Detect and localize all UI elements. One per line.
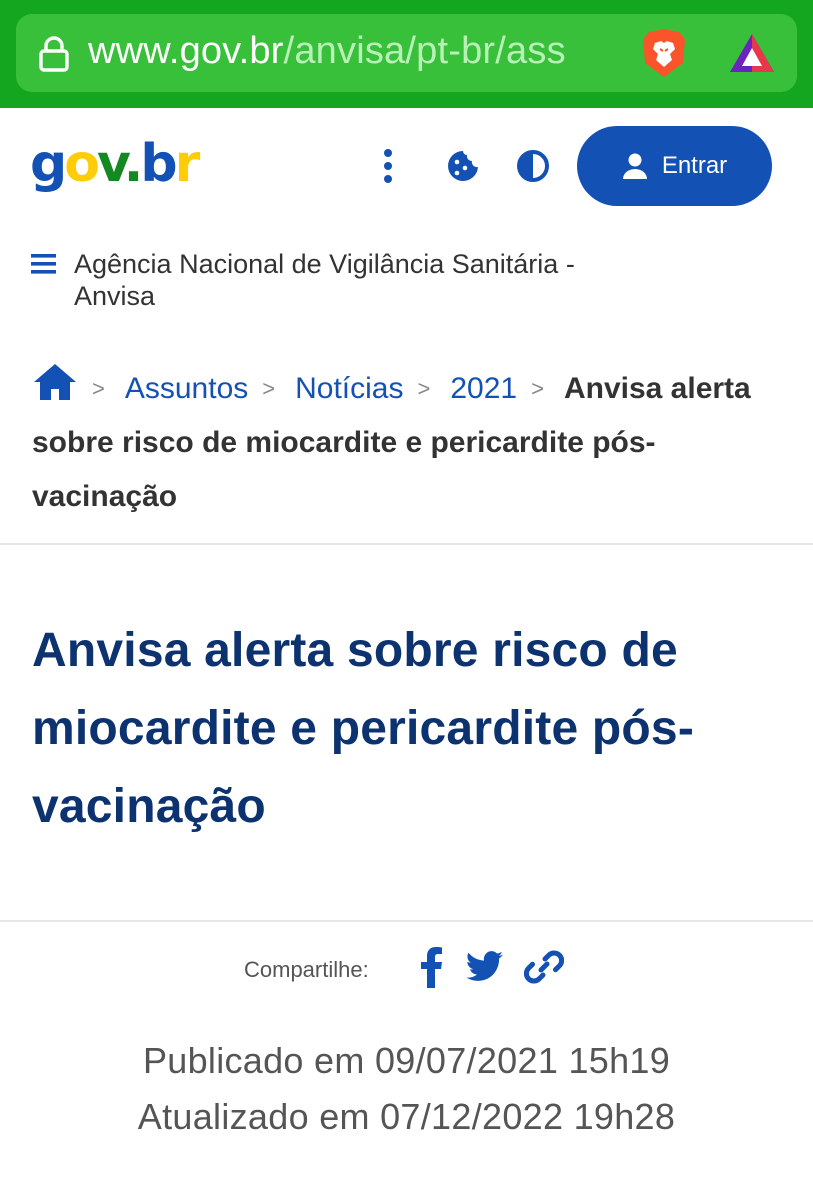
breadcrumb-separator: > — [417, 376, 431, 401]
home-icon[interactable] — [32, 362, 78, 402]
brave-shield-icon[interactable] — [641, 27, 687, 79]
contrast-icon[interactable] — [513, 146, 553, 186]
hamburger-menu-icon[interactable] — [31, 253, 56, 275]
updated-date: Atualizado em 07/12/2022 19h28 — [137, 1096, 676, 1137]
user-icon — [622, 153, 647, 179]
more-vertical-icon[interactable] — [368, 146, 408, 186]
facebook-icon[interactable] — [418, 946, 444, 988]
breadcrumb-separator: > — [262, 376, 276, 401]
cookie-icon[interactable] — [443, 146, 483, 186]
divider — [0, 543, 813, 545]
breadcrumb-separator: > — [92, 376, 105, 401]
browser-toolbar: www.gov.br/anvisa/pt-br/ass — [0, 0, 813, 108]
url-text[interactable]: www.gov.br/anvisa/pt-br/ass — [88, 30, 623, 73]
link-icon[interactable] — [524, 946, 564, 988]
url-path: /anvisa/pt-br/ass — [283, 30, 566, 72]
page-title: Anvisa alerta sobre risco de miocardite … — [32, 624, 695, 833]
share-bar: Compartilhe: — [0, 940, 813, 996]
published-date: Publicado em 09/07/2021 15h19 — [142, 1040, 671, 1081]
lock-icon — [39, 36, 69, 72]
url-host: www.gov.br — [88, 30, 284, 72]
brave-rewards-icon[interactable] — [728, 32, 776, 74]
site-name[interactable]: Agência Nacional de Vigilância Sanitária… — [74, 248, 634, 312]
breadcrumb-link-assuntos[interactable]: Assuntos — [125, 372, 248, 405]
govbr-logo[interactable]: gov.br — [30, 134, 200, 194]
share-label: Compartilhe: — [244, 957, 369, 982]
login-label: Entrar — [661, 152, 728, 179]
breadcrumb: > Assuntos > Notícias >2021 > Anvisa alerta so… — [32, 362, 792, 524]
breadcrumb-link-2021[interactable]: 2021 — [450, 372, 517, 405]
breadcrumb-separator: > — [531, 376, 544, 401]
login-button[interactable]: Entrar — [577, 126, 772, 206]
breadcrumb-link-noticias[interactable]: Notícias — [295, 372, 403, 405]
twitter-icon[interactable] — [466, 946, 504, 988]
divider — [0, 920, 813, 922]
